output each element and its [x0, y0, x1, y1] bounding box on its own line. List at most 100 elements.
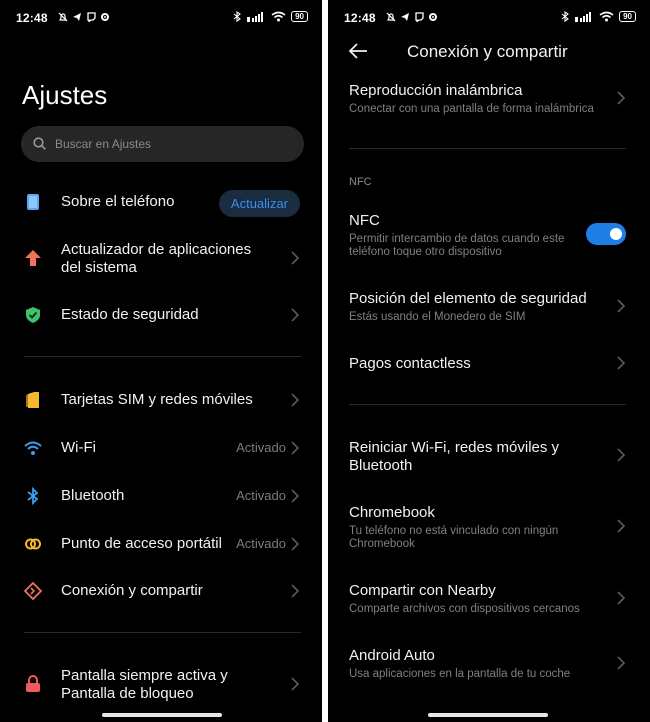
chevron-right-icon	[290, 308, 300, 322]
nfc-toggle[interactable]	[586, 223, 626, 245]
chevron-right-icon	[290, 677, 300, 691]
status-time: 12:48	[344, 11, 376, 25]
settings-item-label: Conexión y compartir	[61, 582, 203, 599]
signal-icon	[575, 12, 592, 22]
section-header-nfc: NFC	[349, 176, 372, 188]
status-bar: 12:48 90	[16, 9, 308, 27]
settings-item-value: Activado	[236, 488, 286, 503]
settings-item-value: Activado	[236, 536, 286, 551]
gesture-navigation-bar[interactable]	[428, 713, 548, 717]
arrow-up-icon	[24, 249, 42, 267]
connection-sharing-screen: 12:48 90 Conexión y compartir Reproducci…	[328, 0, 650, 722]
wifi-status-icon	[271, 11, 286, 22]
divider	[24, 632, 301, 633]
notification-icons	[58, 12, 110, 22]
mute-bell-icon	[58, 12, 68, 22]
list-item-title: Pagos contactless	[349, 355, 471, 372]
system-icons: 90	[561, 11, 636, 22]
telegram-icon	[401, 13, 409, 21]
search-icon	[33, 137, 46, 150]
page-title: Conexión y compartir	[407, 42, 568, 61]
app-bar: Conexión y compartir	[328, 40, 650, 64]
chevron-right-icon	[290, 489, 300, 503]
list-item-title: Reiniciar Wi-Fi, redes móviles y Bluetoo…	[349, 439, 560, 474]
gear-icon	[101, 13, 109, 21]
list-item-subtitle: Tu teléfono no está vinculado con ningún…	[349, 525, 559, 550]
toggle-knob	[610, 228, 622, 240]
list-item-contactless-payments[interactable]: Pagos contactless	[349, 355, 629, 373]
chevron-right-icon	[616, 591, 626, 605]
list-item-subtitle: Estás usando el Monedero de SIM	[349, 311, 526, 323]
mute-bell-icon	[386, 12, 396, 22]
twitch-icon	[415, 12, 424, 22]
chevron-right-icon	[290, 537, 300, 551]
chevron-right-icon	[616, 299, 626, 313]
settings-item-value: Activado	[236, 440, 286, 455]
system-icons: 90	[233, 11, 308, 22]
chevron-right-icon	[616, 448, 626, 462]
page-title: Ajustes	[22, 80, 108, 110]
list-item-chromebook[interactable]: Chromebook Tu teléfono no está vinculado…	[349, 504, 629, 551]
chevron-right-icon	[290, 251, 300, 265]
gear-icon	[429, 13, 437, 21]
chevron-right-icon	[616, 519, 626, 533]
phone-icon	[24, 193, 42, 211]
status-bar: 12:48 90	[344, 9, 636, 27]
settings-item-label: Bluetooth	[61, 487, 125, 504]
list-item-subtitle: Comparte archivos con dispositivos cerca…	[349, 603, 580, 615]
list-item-title: Chromebook	[349, 504, 435, 521]
chevron-right-icon	[616, 656, 626, 670]
settings-item-label: Tarjetas SIM y redes móviles	[61, 391, 253, 408]
bluetooth-status-icon	[561, 11, 570, 22]
list-item-title: Android Auto	[349, 647, 435, 664]
search-placeholder: Buscar en Ajustes	[55, 137, 152, 151]
sim-card-icon	[24, 391, 42, 409]
signal-icon	[247, 12, 264, 22]
back-arrow-icon	[348, 43, 367, 59]
settings-item-label: Actualizador de aplicaciones del sistema	[61, 241, 252, 276]
settings-item-label: Wi-Fi	[61, 439, 96, 456]
settings-item-label: Pantalla siempre activa y Pantalla de bl…	[61, 667, 228, 702]
divider	[349, 148, 626, 149]
chevron-right-icon	[290, 441, 300, 455]
bluetooth-icon	[24, 487, 42, 505]
chevron-right-icon	[616, 356, 626, 370]
chevron-right-icon	[290, 393, 300, 407]
list-item-title: Posición del elemento de seguridad	[349, 290, 587, 307]
divider	[349, 404, 626, 405]
list-item-wireless-display[interactable]: Reproducción inalámbrica Conectar con un…	[349, 82, 629, 116]
back-button[interactable]	[348, 42, 368, 65]
divider	[24, 356, 301, 357]
notification-icons	[386, 12, 438, 22]
battery-indicator: 90	[291, 11, 308, 22]
list-item-reset-network[interactable]: Reiniciar Wi-Fi, redes móviles y Bluetoo…	[349, 439, 629, 475]
battery-indicator: 90	[619, 11, 636, 22]
settings-item-label: Sobre el teléfono	[61, 193, 175, 210]
chevron-right-icon	[616, 91, 626, 105]
settings-item-label: Punto de acceso portátil	[61, 535, 222, 552]
gesture-navigation-bar[interactable]	[102, 713, 222, 717]
connection-sharing-icon	[24, 582, 42, 600]
list-item-subtitle: Conectar con una pantalla de forma inalá…	[349, 103, 594, 115]
list-item-android-auto[interactable]: Android Auto Usa aplicaciones en la pant…	[349, 647, 629, 681]
telegram-icon	[73, 13, 81, 21]
list-item-nearby-share[interactable]: Compartir con Nearby Comparte archivos c…	[349, 582, 629, 616]
wifi-icon	[24, 439, 42, 457]
update-button[interactable]: Actualizar	[218, 190, 300, 217]
list-item-secure-element-position[interactable]: Posición del elemento de seguridad Estás…	[349, 290, 629, 324]
list-item-title: Reproducción inalámbrica	[349, 82, 523, 99]
chevron-right-icon	[290, 584, 300, 598]
status-time: 12:48	[16, 11, 48, 25]
list-item-subtitle: Usa aplicaciones en la pantalla de tu co…	[349, 668, 571, 680]
search-input[interactable]: Buscar en Ajustes	[21, 126, 304, 162]
shield-icon	[24, 306, 42, 324]
wifi-status-icon	[599, 11, 614, 22]
lock-icon	[24, 675, 42, 693]
hotspot-icon	[24, 535, 42, 553]
settings-item-label: Estado de seguridad	[61, 306, 199, 323]
list-item-subtitle: Permitir intercambio de datos cuando est…	[349, 233, 565, 258]
twitch-icon	[87, 12, 96, 22]
list-item-title: Compartir con Nearby	[349, 582, 496, 599]
bluetooth-status-icon	[233, 11, 242, 22]
settings-screen: 12:48 90 Ajustes Buscar en Ajustes Sobre…	[0, 0, 322, 722]
